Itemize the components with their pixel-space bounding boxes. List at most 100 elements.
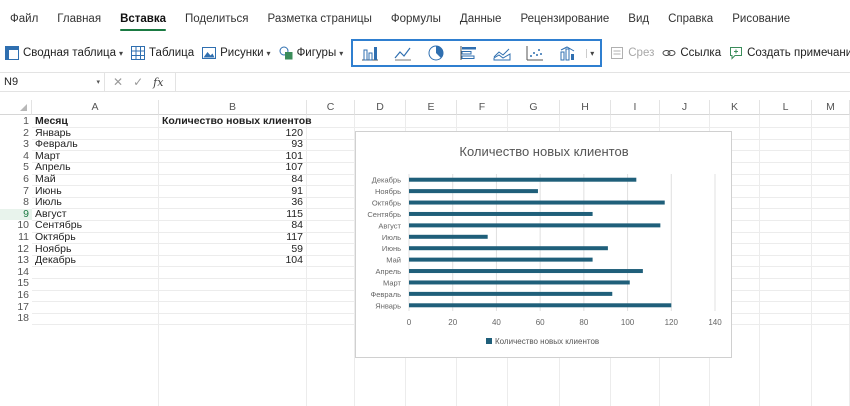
tab-5[interactable]: Формулы xyxy=(391,13,441,25)
column-header[interactable]: I xyxy=(611,100,660,115)
category-label: Март xyxy=(383,278,402,287)
column-header[interactable]: L xyxy=(760,100,812,115)
bar xyxy=(409,223,661,228)
formula-buttons: ✕ ✓ fx xyxy=(105,75,175,89)
insert-function-icon[interactable]: fx xyxy=(153,76,163,89)
bar xyxy=(409,211,593,216)
category-label: Октябрь xyxy=(372,199,401,208)
tab-8[interactable]: Вид xyxy=(628,13,649,25)
chevron-down-icon[interactable]: ▾ xyxy=(586,48,594,58)
category-label: Сентябрь xyxy=(367,210,401,219)
x-tick-label: 0 xyxy=(407,318,412,327)
category-label: Май xyxy=(386,256,401,265)
row-header[interactable]: 1 xyxy=(0,115,32,128)
ribbon-tabs: Файл Главная Вставка Поделиться Разметка стр… xyxy=(0,0,850,38)
row-header[interactable]: 16 xyxy=(0,289,32,302)
column-header[interactable]: H xyxy=(560,100,611,115)
column-header[interactable]: K xyxy=(710,100,760,115)
cell-new-clients[interactable]: 36 xyxy=(159,197,303,209)
pivot-table-button[interactable]: Сводная таблица ▾ xyxy=(5,46,123,60)
slicer-label: Срез xyxy=(628,47,655,59)
category-label: Июль xyxy=(382,233,401,242)
name-box[interactable]: N9 ▾ xyxy=(0,73,105,91)
new-comment-label: Создать примечание xyxy=(747,47,850,59)
row-header[interactable]: 6 xyxy=(0,173,32,186)
category-label: Январь xyxy=(375,301,401,310)
category-label: Август xyxy=(378,221,401,230)
line-chart-icon[interactable] xyxy=(394,45,412,61)
bar xyxy=(409,246,608,251)
bar xyxy=(409,200,665,205)
column-chart-icon[interactable] xyxy=(361,45,379,61)
tab-2[interactable]: Вставка xyxy=(120,13,166,31)
tab-9[interactable]: Справка xyxy=(668,13,713,25)
column-header[interactable]: M xyxy=(812,100,850,115)
cell-new-clients[interactable]: 115 xyxy=(159,208,303,221)
row-header[interactable]: 18 xyxy=(0,313,32,325)
column-header[interactable]: C xyxy=(307,100,355,115)
name-box-value: N9 xyxy=(4,76,19,88)
cell-new-clients[interactable]: 117 xyxy=(159,231,303,244)
pivot-table-icon xyxy=(5,46,19,60)
chevron-down-icon: ▾ xyxy=(339,48,344,58)
pictures-button[interactable]: Рисунки ▾ xyxy=(202,46,271,60)
cell-new-clients[interactable]: 93 xyxy=(159,139,303,151)
tab-0[interactable]: Файл xyxy=(10,13,38,25)
cell-new-clients[interactable]: 107 xyxy=(159,162,303,174)
bar-chart-icon[interactable] xyxy=(460,45,478,61)
insert-ribbon: Сводная таблица ▾ Таблица Рисунки ▾ Фигу… xyxy=(5,38,850,68)
shapes-button[interactable]: Фигуры ▾ xyxy=(279,46,344,60)
tab-1[interactable]: Главная xyxy=(57,13,101,25)
area-chart-icon[interactable] xyxy=(493,45,511,61)
column-header[interactable]: D xyxy=(355,100,406,115)
pie-chart-icon[interactable] xyxy=(427,45,445,61)
chevron-down-icon: ▾ xyxy=(119,48,124,58)
tab-7[interactable]: Рецензирование xyxy=(520,13,609,25)
chart-canvas: Количество новых клиентов 0 20 40 60 80 100 120… xyxy=(367,144,722,346)
x-tick-label: 80 xyxy=(579,318,588,327)
column-header[interactable]: J xyxy=(660,100,710,115)
grid-line xyxy=(32,127,850,129)
combo-chart-icon[interactable] xyxy=(559,45,577,61)
formula-input[interactable] xyxy=(175,73,850,91)
scatter-chart-icon[interactable] xyxy=(526,45,544,61)
cell-new-clients[interactable]: 84 xyxy=(159,220,303,232)
cell-month[interactable]: Декабрь xyxy=(35,255,76,267)
slicer-button[interactable]: Срез xyxy=(610,46,654,60)
select-all-corner[interactable] xyxy=(0,100,32,115)
tab-6[interactable]: Данные xyxy=(460,13,502,25)
cell-new-clients[interactable]: 101 xyxy=(159,150,303,163)
x-tick-label: 20 xyxy=(448,318,457,327)
slicer-icon xyxy=(610,46,624,60)
bar xyxy=(409,189,538,194)
tab-3[interactable]: Поделиться xyxy=(185,13,249,25)
table-button[interactable]: Таблица xyxy=(131,46,194,60)
bar xyxy=(409,257,593,262)
bar xyxy=(409,234,488,239)
cancel-icon[interactable]: ✕ xyxy=(113,75,123,89)
cell-month[interactable]: Май xyxy=(35,173,56,186)
x-tick-label: 140 xyxy=(708,318,722,327)
confirm-icon[interactable]: ✓ xyxy=(133,75,143,89)
column-header[interactable]: A xyxy=(32,100,159,115)
column-header[interactable]: F xyxy=(457,100,508,115)
tab-10[interactable]: Рисование xyxy=(732,13,790,25)
grid-line xyxy=(306,115,307,406)
cell-new-clients[interactable]: 120 xyxy=(159,127,303,140)
new-comment-button[interactable]: Создать примечание xyxy=(729,46,850,60)
tab-4[interactable]: Разметка страницы xyxy=(268,13,372,25)
cell-new-clients[interactable]: 59 xyxy=(159,243,303,256)
column-header[interactable]: E xyxy=(406,100,457,115)
bar-chart[interactable]: Количество новых клиентов 0 20 40 60 80 100 120… xyxy=(355,131,732,358)
header-new-clients[interactable]: Количество новых клиентов xyxy=(162,115,312,128)
cell-new-clients[interactable]: 84 xyxy=(159,173,303,186)
cell-new-clients[interactable]: 104 xyxy=(159,255,303,267)
row-header[interactable]: 11 xyxy=(0,231,32,244)
link-button[interactable]: Ссылка xyxy=(662,46,721,60)
cell-new-clients[interactable]: 91 xyxy=(159,185,303,198)
column-header[interactable]: B xyxy=(159,100,307,115)
header-month[interactable]: Месяц xyxy=(35,115,68,128)
column-header[interactable]: G xyxy=(508,100,560,115)
bar xyxy=(409,280,630,285)
cell-month[interactable]: Октябрь xyxy=(35,231,76,244)
